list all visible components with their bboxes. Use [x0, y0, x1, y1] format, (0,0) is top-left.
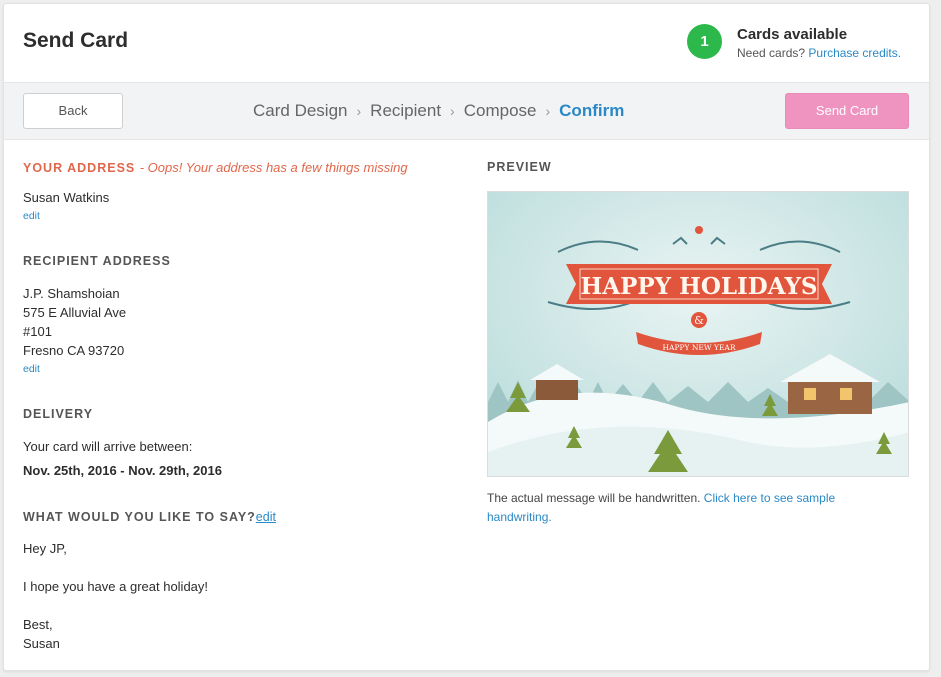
credits-count-badge: 1: [687, 24, 722, 59]
page-header: Send Card 1 Cards available Need cards? …: [4, 4, 929, 82]
recipient-line-city: Fresno CA 93720: [23, 343, 125, 358]
delivery-dates: Nov. 25th, 2016 - Nov. 29th, 2016: [23, 463, 222, 478]
delivery-text: Your card will arrive between:: [23, 439, 193, 454]
message-line-signoff: Best,: [23, 617, 53, 632]
recipient-line-street: 575 E Alluvial Ave: [23, 305, 127, 320]
delivery-title: DELIVERY: [23, 407, 94, 421]
handwriting-note-text: The actual message will be handwritten.: [487, 491, 701, 505]
your-address-title: YOUR ADDRESS: [23, 161, 136, 175]
message-line-greeting: Hey JP,: [23, 541, 67, 556]
step-card-design[interactable]: Card Design: [253, 101, 348, 121]
recipient-address-title: RECIPIENT ADDRESS: [23, 254, 171, 268]
card-preview-image: HAPPY HOLIDAYS & HAPPY NEW YEAR: [487, 191, 909, 477]
back-button[interactable]: Back: [23, 93, 123, 129]
sender-name: Susan Watkins: [23, 190, 110, 205]
message-line-body: I hope you have a great holiday!: [23, 579, 209, 594]
card-subtext: HAPPY NEW YEAR: [662, 343, 735, 352]
message-heading: WHAT WOULD YOU LIKE TO SAY?edit: [23, 510, 276, 524]
chevron-right-icon: ›: [545, 103, 551, 119]
recipient-line-unit: #101: [23, 324, 52, 339]
message-title: WHAT WOULD YOU LIKE TO SAY?: [23, 510, 256, 524]
card-headline: HAPPY HOLIDAYS: [581, 273, 818, 300]
edit-recipient-link[interactable]: edit: [23, 363, 40, 375]
purchase-credits-link[interactable]: Purchase credits.: [808, 46, 901, 60]
step-bar: Back Card Design › Recipient › Compose › Confi…: [4, 82, 929, 140]
send-card-panel: Send Card 1 Cards available Need cards? …: [3, 3, 930, 671]
credits-prompt: Need cards?: [737, 46, 806, 60]
address-warning: - Oops! Your address has a few things mi…: [139, 160, 408, 175]
chevron-right-icon: ›: [450, 103, 455, 119]
step-breadcrumb: Card Design › Recipient › Compose › Confirm: [253, 101, 624, 121]
message-line-signature: Susan: [23, 636, 60, 651]
handwriting-note: The actual message will be handwritten. …: [487, 489, 897, 527]
edit-your-address-link[interactable]: edit: [23, 210, 40, 222]
chevron-right-icon: ›: [356, 103, 362, 119]
step-confirm: Confirm: [559, 101, 625, 120]
step-compose[interactable]: Compose: [464, 101, 537, 121]
your-address-heading: YOUR ADDRESS - Oops! Your address has a …: [23, 160, 408, 175]
edit-message-link[interactable]: edit: [256, 510, 276, 524]
credits-subline: Need cards? Purchase credits.: [737, 46, 901, 60]
page-title: Send Card: [23, 29, 129, 52]
send-card-button[interactable]: Send Card: [785, 93, 909, 129]
step-recipient[interactable]: Recipient: [370, 101, 441, 121]
card-ampersand: &: [694, 314, 704, 327]
preview-title: PREVIEW: [487, 160, 552, 174]
recipient-line-name: J.P. Shamshoian: [23, 286, 120, 301]
credits-title: Cards available: [737, 26, 848, 43]
